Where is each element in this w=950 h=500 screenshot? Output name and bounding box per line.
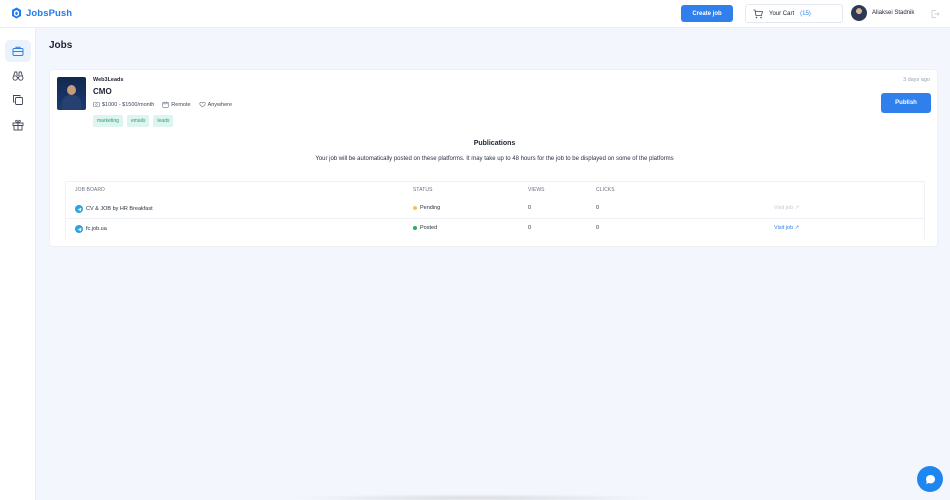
clicks-cell: 0 — [596, 205, 600, 211]
logo-text: JobsPush — [26, 7, 73, 19]
table-row: fc.job.ua Posted 0 0 Visit job ↗ — [66, 219, 924, 239]
top-bar: JobsPush Create job Your Cart (15) Aliak… — [0, 0, 950, 28]
column-header-views: VIEWS — [528, 187, 545, 193]
calendar-icon — [162, 101, 169, 108]
publications-description: Your job will be automatically posted on… — [315, 156, 674, 162]
table-row: CV & JOB by HR Breakfast Pending 0 0 Vis… — [66, 199, 924, 219]
page-title: Jobs — [49, 40, 73, 51]
user-name: Aliaksei Stadnik — [872, 10, 915, 16]
job-board-name: fc.job.ua — [86, 226, 107, 232]
column-header-job-board: JOB BOARD — [75, 187, 105, 193]
status-text: Pending — [420, 205, 441, 211]
posted-ago: 3 days ago — [903, 77, 930, 83]
logout-icon[interactable] — [930, 9, 940, 19]
company-name: Web3Leads — [93, 77, 124, 83]
salary: $1000 - $1500/month — [93, 101, 154, 108]
work-type-text: Remote — [171, 101, 191, 108]
publications-title: Publications — [473, 140, 516, 147]
gift-icon — [12, 119, 24, 131]
telegram-icon — [75, 225, 83, 233]
job-board-name: CV & JOB by HR Breakfast — [86, 206, 153, 212]
sidebar-item-jobs[interactable] — [5, 40, 31, 62]
briefcase-icon — [12, 46, 24, 56]
publications-table: JOB BOARD STATUS VIEWS CLICKS CV & JOB b… — [65, 181, 925, 239]
heart-icon — [198, 101, 206, 108]
job-title[interactable]: CMO — [93, 87, 112, 96]
cart-count: (15) — [800, 10, 811, 17]
status-cell: Posted — [413, 225, 437, 231]
logo[interactable]: JobsPush — [11, 7, 72, 19]
binoculars-icon — [12, 71, 24, 81]
views-cell: 0 — [528, 225, 532, 231]
cart-icon — [753, 9, 763, 18]
visit-job-link: Visit job ↗ — [774, 205, 800, 211]
tag[interactable]: leads — [153, 115, 174, 127]
company-logo — [57, 77, 86, 110]
tag[interactable]: emails — [126, 115, 150, 127]
avatar — [851, 5, 867, 21]
status-text: Posted — [420, 225, 438, 231]
sidebar-item-copies[interactable] — [5, 89, 31, 111]
status-cell: Pending — [413, 205, 440, 211]
status-dot-pending — [413, 206, 417, 210]
user-menu[interactable]: Aliaksei Stadnik — [851, 5, 914, 21]
publish-button[interactable]: Publish — [881, 93, 931, 113]
work-type: Remote — [162, 101, 191, 108]
status-dot-posted — [413, 226, 417, 230]
column-header-status: STATUS — [413, 187, 433, 193]
cart-label: Your Cart — [769, 10, 795, 17]
location-text: Anywhere — [207, 101, 233, 108]
views-cell: 0 — [528, 205, 532, 211]
create-job-button[interactable]: Create job — [681, 5, 733, 22]
sidebar — [0, 28, 36, 500]
telegram-icon — [75, 205, 83, 213]
copy-icon — [13, 95, 23, 105]
bottom-shadow — [285, 494, 665, 500]
job-board-cell: fc.job.ua — [75, 225, 107, 233]
sidebar-item-search[interactable] — [5, 65, 31, 87]
chat-button[interactable] — [917, 466, 943, 492]
salary-text: $1000 - $1500/month — [102, 101, 155, 108]
cart-button[interactable]: Your Cart (15) — [745, 4, 843, 23]
tag-list: marketing emails leads — [93, 115, 174, 127]
sidebar-item-gifts[interactable] — [5, 114, 31, 136]
chat-icon — [925, 474, 935, 484]
clicks-cell: 0 — [596, 225, 600, 231]
location: Anywhere — [198, 101, 233, 108]
job-meta: $1000 - $1500/month Remote Anywhere — [93, 101, 232, 108]
visit-job-link[interactable]: Visit job ↗ — [774, 225, 799, 231]
money-icon — [93, 102, 100, 107]
job-board-cell: CV & JOB by HR Breakfast — [75, 205, 153, 213]
tag[interactable]: marketing — [93, 115, 123, 127]
job-card: Web3Leads CMO $1000 - $1500/month Remote… — [49, 69, 938, 247]
logo-icon — [12, 7, 21, 19]
column-header-clicks: CLICKS — [596, 187, 615, 193]
